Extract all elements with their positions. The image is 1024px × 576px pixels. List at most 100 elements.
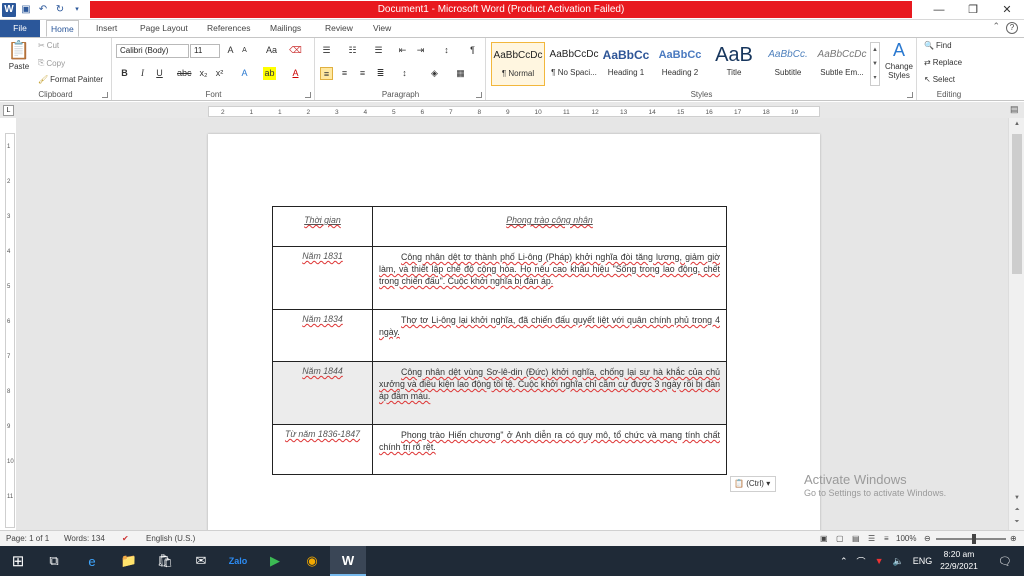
word-logo-icon[interactable]: W — [2, 3, 16, 17]
movement-table[interactable]: Thời gian Phong trào công nhân Năm 1831 … — [272, 206, 727, 475]
prev-page-icon[interactable]: ⏶ — [1009, 504, 1024, 516]
scroll-thumb[interactable] — [1012, 134, 1022, 274]
clipboard-launcher-icon[interactable] — [102, 92, 108, 98]
line-spacing-icon[interactable]: ↕ — [398, 67, 411, 80]
align-right-icon[interactable]: ≡ — [356, 67, 369, 80]
minimize-ribbon-icon[interactable]: ⌃ — [992, 21, 1000, 32]
outline-icon[interactable]: ☰ — [868, 534, 875, 543]
strikethrough-icon[interactable]: abc — [177, 67, 192, 80]
tab-review[interactable]: Review — [321, 20, 357, 37]
show-hidden-icons-icon[interactable]: ⌃ — [840, 556, 848, 567]
paragraph-launcher-icon[interactable] — [476, 92, 482, 98]
word-taskbar-icon[interactable]: W — [330, 546, 366, 576]
tab-insert[interactable]: Insert — [92, 20, 121, 37]
close-button[interactable]: ✕ — [990, 0, 1024, 20]
vertical-ruler[interactable]: 1 2 3 4 5 6 7 8 9 10 11 — [5, 133, 15, 528]
tab-mailings[interactable]: Mailings — [266, 20, 305, 37]
next-page-icon[interactable]: ⏷ — [1009, 516, 1024, 528]
highlight-icon[interactable]: ab — [263, 67, 276, 80]
clock[interactable]: 8:20 am 22/9/2021 — [930, 548, 988, 572]
save-icon[interactable]: ▣ — [19, 3, 33, 17]
zoom-slider-knob[interactable] — [972, 534, 976, 544]
style-heading-1[interactable]: AaBbCc Heading 1 — [599, 42, 653, 86]
task-view-icon[interactable]: ⧉ — [36, 546, 72, 576]
underline-icon[interactable]: U — [153, 67, 166, 80]
change-case-icon[interactable]: Aa — [265, 44, 278, 57]
justify-icon[interactable]: ≣ — [374, 67, 387, 80]
tab-references[interactable]: References — [203, 20, 254, 37]
full-screen-icon[interactable]: ▢ — [836, 534, 844, 543]
volume-icon[interactable]: 🔈 — [892, 556, 903, 567]
style-heading-2[interactable]: AaBbCc Heading 2 — [653, 42, 707, 86]
customize-qat-icon[interactable]: ▾ — [70, 3, 84, 17]
tab-page-layout[interactable]: Page Layout — [136, 20, 192, 37]
shrink-font-icon[interactable]: A — [238, 44, 251, 57]
network-icon[interactable]: ⌒ — [857, 555, 866, 568]
horizontal-ruler[interactable]: 2 1 1 2 3 4 5 6 7 8 9 10 11 12 13 14 15 16 17 18 19 — [208, 106, 820, 117]
undo-icon[interactable]: ↶ — [36, 3, 50, 17]
zoom-level[interactable]: 100% — [896, 534, 916, 543]
multilevel-list-icon[interactable]: ☰ — [372, 44, 385, 57]
styles-gallery-scroll[interactable]: ▲ ▼ ▾ — [870, 42, 880, 86]
tab-home[interactable]: Home — [46, 20, 79, 37]
zoom-slider[interactable] — [936, 534, 1006, 544]
select-button[interactable]: ↖ Select — [924, 75, 955, 84]
borders-icon[interactable]: ▦ — [454, 67, 467, 80]
show-formatting-icon[interactable]: ¶ — [466, 44, 479, 57]
view-ruler-icon[interactable]: ▤ — [1010, 104, 1019, 115]
decrease-indent-icon[interactable]: ⇤ — [396, 44, 409, 57]
help-icon[interactable]: ? — [1006, 22, 1018, 34]
redo-icon[interactable]: ↻ — [53, 3, 67, 17]
restore-button[interactable]: ❐ — [956, 0, 990, 20]
store-icon[interactable]: 🛍 — [147, 546, 183, 576]
mail-icon[interactable]: ✉ — [183, 546, 219, 576]
shading-icon[interactable]: ◈ — [428, 67, 441, 80]
increase-indent-icon[interactable]: ⇥ — [414, 44, 427, 57]
numbering-icon[interactable]: ☷ — [346, 44, 359, 57]
notification-icon[interactable]: 🗨 — [990, 546, 1020, 576]
style-subtitle[interactable]: AaBbCc. Subtitle — [761, 42, 815, 86]
font-name-box[interactable]: Calibri (Body) — [116, 44, 189, 58]
zoom-out-icon[interactable]: ⊖ — [924, 534, 931, 543]
clear-formatting-icon[interactable]: ⌫ — [289, 44, 302, 57]
text-effects-icon[interactable]: A — [238, 67, 251, 80]
change-styles-button[interactable]: A Change Styles — [882, 40, 916, 80]
zalo-icon[interactable]: Zalo — [220, 546, 256, 576]
font-launcher-icon[interactable] — [305, 92, 311, 98]
scroll-down-icon[interactable]: ▼ — [1009, 492, 1024, 504]
copy-button[interactable]: ⎘ Copy — [38, 58, 65, 68]
minimize-button[interactable]: — — [922, 0, 956, 20]
style-title[interactable]: AaB Title — [707, 42, 761, 86]
zoom-in-icon[interactable]: ⊕ — [1010, 534, 1017, 543]
file-explorer-icon[interactable]: 📁 — [111, 546, 147, 576]
paste-button[interactable]: 📋 Paste — [6, 40, 32, 71]
bold-icon[interactable]: B — [118, 67, 131, 80]
chrome-icon[interactable]: ◉ — [294, 546, 330, 576]
format-painter-button[interactable]: 🖌 Format Painter — [38, 75, 103, 84]
style-normal[interactable]: AaBbCcDc ¶ Normal — [491, 42, 545, 86]
sort-icon[interactable]: ↕ — [440, 44, 453, 57]
styles-launcher-icon[interactable] — [907, 92, 913, 98]
style-no-spacing[interactable]: AaBbCcDc ¶ No Spaci... — [547, 42, 601, 86]
print-layout-icon[interactable]: ▣ — [820, 534, 828, 543]
scroll-up-icon[interactable]: ▲ — [1009, 118, 1024, 130]
grow-font-icon[interactable]: A — [224, 44, 237, 57]
tab-file[interactable]: File — [0, 20, 40, 37]
start-icon[interactable]: ⊞ — [0, 546, 36, 576]
tab-view[interactable]: View — [369, 20, 395, 37]
page-count[interactable]: Page: 1 of 1 — [6, 534, 49, 543]
tab-selector-icon[interactable]: L — [3, 105, 14, 116]
page[interactable]: Thời gian Phong trào công nhân Năm 1831 … — [208, 134, 820, 544]
paste-options-button[interactable]: 📋 (Ctrl) ▾ — [730, 476, 776, 492]
subscript-icon[interactable]: x₂ — [197, 67, 210, 80]
align-left-icon[interactable]: ≡ — [320, 67, 333, 80]
superscript-icon[interactable]: x² — [213, 67, 226, 80]
antivirus-icon[interactable]: ▼ — [875, 556, 884, 566]
edge-icon[interactable]: e — [74, 546, 110, 576]
bullets-icon[interactable]: ☰ — [320, 44, 333, 57]
web-layout-icon[interactable]: ▤ — [852, 534, 860, 543]
vertical-scrollbar[interactable]: ▲ ▼ ⏶ ⏷ — [1008, 118, 1024, 530]
language[interactable]: English (U.S.) — [146, 534, 195, 543]
replace-button[interactable]: ⇄ Replace — [924, 58, 962, 67]
font-color-icon[interactable]: A — [289, 67, 302, 80]
